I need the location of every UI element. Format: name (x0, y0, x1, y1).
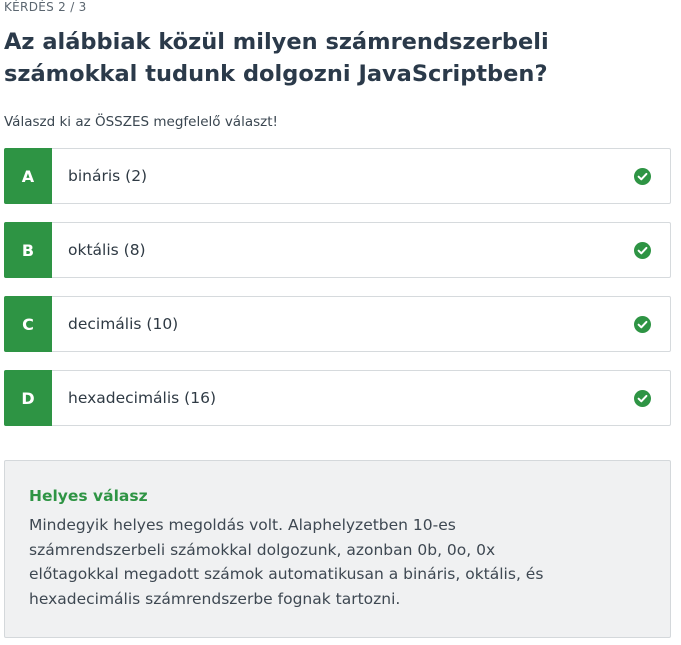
option-label: decimális (10) (68, 315, 179, 333)
feedback-title: Helyes válasz (29, 487, 148, 505)
option-a[interactable]: A bináris (2) (4, 148, 671, 204)
option-letter: D (4, 370, 52, 426)
option-label: oktális (8) (68, 241, 146, 259)
option-letter: A (4, 148, 52, 204)
option-label: bináris (2) (68, 167, 148, 185)
question-counter: KÉRDÉS 2 / 3 (4, 0, 87, 14)
answer-options: A bináris (2) B oktális (8) C decimális … (4, 148, 671, 444)
check-circle-icon (633, 241, 651, 259)
check-circle-icon (633, 315, 651, 333)
question-title: Az alábbiak közül milyen számrendszerbel… (4, 29, 549, 87)
check-circle-icon (633, 389, 651, 407)
answer-instruction: Válaszd ki az ÖSSZES megfelelő választ! (4, 114, 278, 130)
option-letter: B (4, 222, 52, 278)
option-label: hexadecimális (16) (68, 389, 216, 407)
option-letter: C (4, 296, 52, 352)
option-c[interactable]: C decimális (10) (4, 296, 671, 352)
feedback-panel: Helyes válasz Mindegyik helyes megoldás … (4, 460, 671, 638)
feedback-text: Mindegyik helyes megoldás volt. Alaphely… (29, 516, 544, 608)
option-d[interactable]: D hexadecimális (16) (4, 370, 671, 426)
option-b[interactable]: B oktális (8) (4, 222, 671, 278)
check-circle-icon (633, 167, 651, 185)
